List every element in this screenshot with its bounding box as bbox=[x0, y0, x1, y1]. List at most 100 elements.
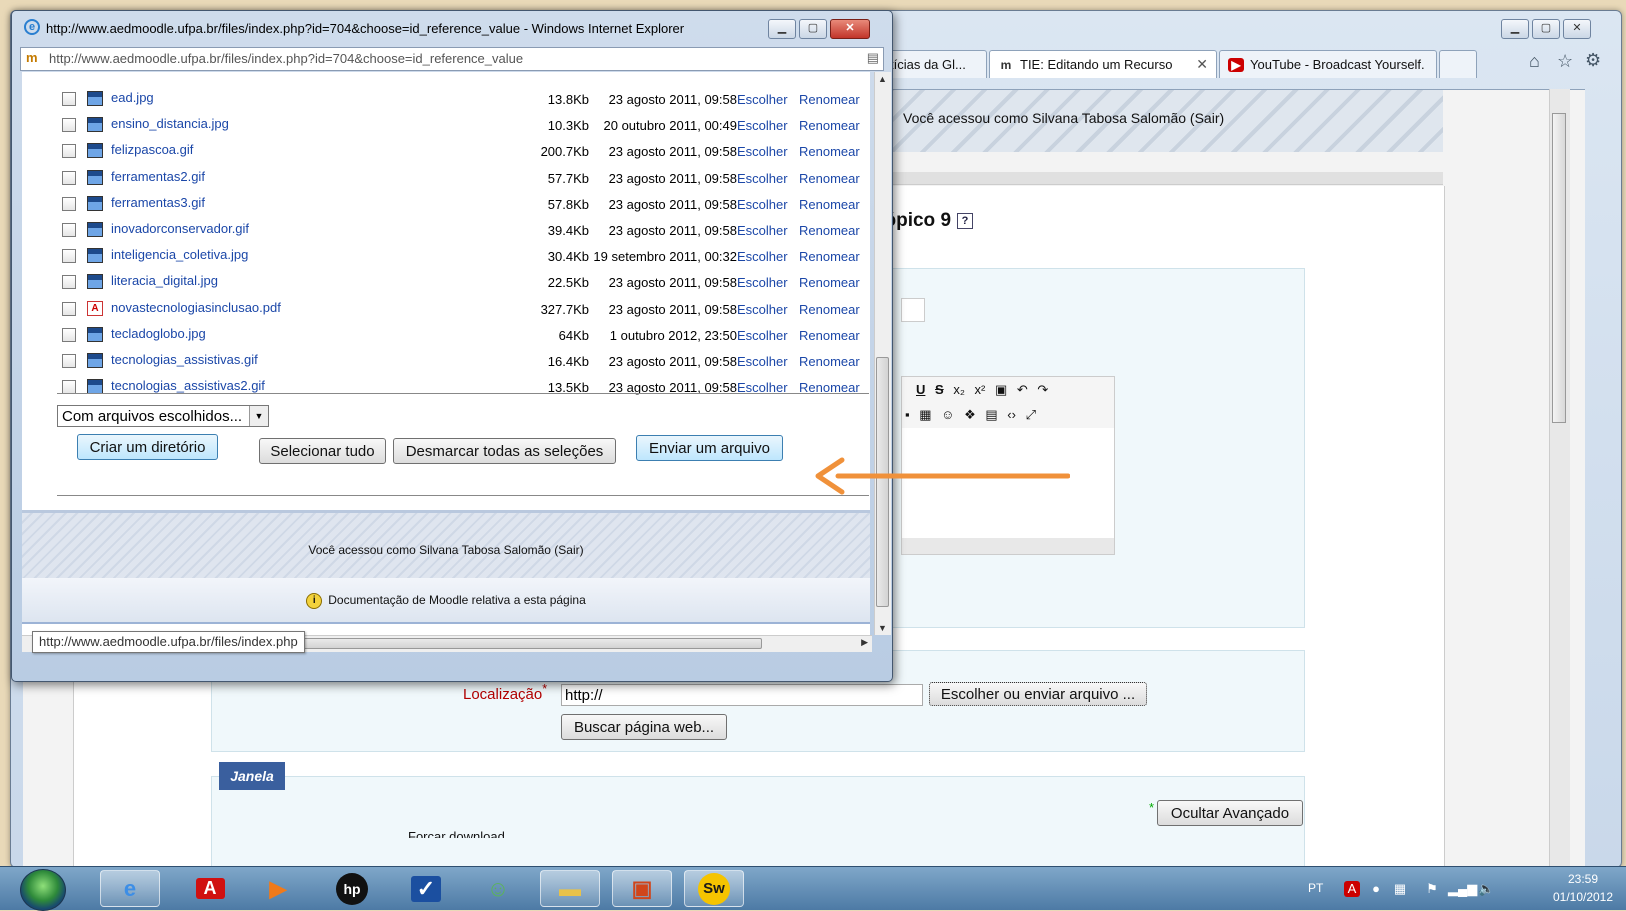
choose-file-link[interactable]: Escolher bbox=[737, 275, 788, 290]
rename-file-link[interactable]: Renomear bbox=[799, 197, 860, 212]
hide-advanced-button[interactable]: Ocultar Avançado bbox=[1157, 800, 1303, 826]
compat-view-icon[interactable]: ▤ bbox=[867, 50, 879, 66]
file-checkbox[interactable] bbox=[62, 144, 76, 159]
clean-word-icon[interactable]: ▣ bbox=[995, 377, 1007, 403]
close-button[interactable]: ✕ bbox=[1563, 19, 1591, 39]
hp-tray-icon[interactable]: ● bbox=[1368, 881, 1384, 897]
file-name-link[interactable]: inovadorconservador.gif bbox=[111, 221, 249, 236]
strikethrough-icon[interactable]: S bbox=[935, 377, 944, 403]
deselect-all-button[interactable]: Desmarcar todas as seleções bbox=[393, 438, 616, 464]
taskbar-messenger-icon[interactable]: ☺ bbox=[468, 870, 528, 907]
taskbar-powerpoint-icon[interactable]: ▣ bbox=[612, 870, 672, 907]
file-name-link[interactable]: ensino_distancia.jpg bbox=[111, 116, 229, 131]
language-indicator[interactable]: PT bbox=[1308, 881, 1323, 895]
taskbar-file-explorer-icon[interactable]: ▬ bbox=[540, 870, 600, 907]
tab-youtube[interactable]: ▶ YouTube - Broadcast Yourself. bbox=[1219, 50, 1437, 78]
rename-file-link[interactable]: Renomear bbox=[799, 171, 860, 186]
file-name-link[interactable]: ferramentas2.gif bbox=[111, 169, 205, 184]
favorites-star-icon[interactable]: ☆ bbox=[1557, 51, 1573, 72]
taskbar-task-manager-icon[interactable]: ✓ bbox=[396, 870, 456, 907]
file-checkbox[interactable] bbox=[62, 275, 76, 290]
rename-file-link[interactable]: Renomear bbox=[799, 144, 860, 159]
rename-file-link[interactable]: Renomear bbox=[799, 249, 860, 264]
taskbar-media-player-icon[interactable]: ▶ bbox=[248, 870, 308, 907]
rename-file-link[interactable]: Renomear bbox=[799, 92, 860, 107]
choose-upload-file-button[interactable]: Escolher ou enviar arquivo ... bbox=[929, 682, 1147, 706]
avira-tray-icon[interactable]: A bbox=[1344, 881, 1360, 897]
choose-file-link[interactable]: Escolher bbox=[737, 328, 788, 343]
file-name-link[interactable]: ferramentas3.gif bbox=[111, 195, 205, 210]
page-scroll-thumb[interactable] bbox=[1552, 113, 1566, 423]
file-checkbox[interactable] bbox=[62, 249, 76, 264]
help-icon[interactable]: ? bbox=[957, 212, 974, 229]
tab-globo[interactable]: tícias da Gl... bbox=[881, 50, 987, 78]
file-name-link[interactable]: tecnologias_assistivas2.gif bbox=[111, 378, 265, 393]
create-directory-button[interactable]: Criar um diretório bbox=[77, 434, 218, 460]
popup-close-button[interactable]: ✕ bbox=[830, 19, 870, 39]
file-checkbox[interactable] bbox=[62, 118, 76, 133]
file-checkbox[interactable] bbox=[62, 92, 76, 106]
with-selected-dropdown[interactable]: Com arquivos escolhidos... ▼ bbox=[57, 405, 269, 427]
network-monitor-icon[interactable]: ▦ bbox=[1392, 881, 1408, 897]
file-checkbox[interactable] bbox=[62, 170, 76, 185]
localizacao-input[interactable]: http:// bbox=[561, 684, 923, 706]
subscript-icon[interactable]: x₂ bbox=[953, 377, 965, 403]
choose-file-link[interactable]: Escolher bbox=[737, 92, 788, 107]
file-checkbox[interactable] bbox=[62, 327, 76, 342]
file-name-link[interactable]: inteligencia_coletiva.jpg bbox=[111, 247, 248, 262]
rename-file-link[interactable]: Renomear bbox=[799, 118, 860, 133]
signal-strength-icon[interactable]: ▂▄▆ bbox=[1448, 881, 1477, 897]
clock-date[interactable]: 01/10/2012 bbox=[1548, 890, 1618, 904]
new-tab-button[interactable] bbox=[1439, 50, 1477, 78]
action-center-flag-icon[interactable]: ⚑ bbox=[1424, 881, 1440, 897]
file-checkbox[interactable] bbox=[62, 354, 76, 368]
popup-minimize-button[interactable]: ▁ bbox=[768, 19, 796, 39]
file-checkbox[interactable] bbox=[62, 223, 76, 237]
file-name-link[interactable]: novastecnologiasinclusao.pdf bbox=[111, 300, 281, 315]
file-name-link[interactable]: felizpascoa.gif bbox=[111, 142, 193, 157]
choose-file-link[interactable]: Escolher bbox=[737, 197, 788, 212]
fullscreen-icon[interactable]: ⤢ bbox=[1026, 402, 1036, 428]
select-all-button[interactable]: Selecionar tudo bbox=[259, 438, 386, 464]
minimize-button[interactable]: ▁ bbox=[1501, 19, 1529, 39]
popup-vertical-scrollbar[interactable]: ▲ ▼ bbox=[874, 72, 891, 635]
choose-file-link[interactable]: Escolher bbox=[737, 223, 788, 238]
moodle-docs-link[interactable]: i Documentação de Moodle relativa a esta … bbox=[22, 593, 870, 609]
file-name-link[interactable]: literacia_digital.jpg bbox=[111, 273, 218, 288]
table-icon[interactable]: ▦ bbox=[919, 402, 931, 428]
rename-file-link[interactable]: Renomear bbox=[799, 223, 860, 238]
start-button[interactable] bbox=[20, 869, 66, 911]
paste-icon[interactable]: ▤ bbox=[985, 402, 997, 428]
image-icon[interactable]: ▪ bbox=[905, 402, 910, 428]
choose-file-link[interactable]: Escolher bbox=[737, 302, 788, 317]
smiley-icon[interactable]: ☺ bbox=[941, 402, 954, 428]
superscript-icon[interactable]: x² bbox=[974, 377, 985, 403]
file-name-link[interactable]: ead.jpg bbox=[111, 90, 154, 105]
rename-file-link[interactable]: Renomear bbox=[799, 302, 860, 317]
rename-file-link[interactable]: Renomear bbox=[799, 275, 860, 290]
undo-icon[interactable]: ↶ bbox=[1017, 377, 1028, 403]
taskbar-shockwave-icon[interactable]: Sw bbox=[684, 870, 744, 907]
code-view-icon[interactable]: ‹› bbox=[1007, 402, 1016, 428]
choose-file-link[interactable]: Escolher bbox=[737, 249, 788, 264]
tab-close-icon[interactable]: ✕ bbox=[1196, 56, 1208, 73]
gear-icon[interactable]: ⚙ bbox=[1585, 50, 1601, 71]
popup-address-bar[interactable]: m http://www.aedmoodle.ufpa.br/files/ind… bbox=[20, 47, 884, 71]
upload-file-button[interactable]: Enviar um arquivo bbox=[636, 435, 783, 461]
taskbar-hp-icon[interactable]: hp bbox=[322, 870, 382, 907]
home-icon[interactable]: ⌂ bbox=[1529, 51, 1540, 72]
page-vertical-scrollbar[interactable] bbox=[1549, 89, 1570, 867]
redo-icon[interactable]: ↷ bbox=[1037, 377, 1048, 403]
clock-time[interactable]: 23:59 bbox=[1553, 872, 1613, 886]
file-checkbox[interactable] bbox=[62, 301, 76, 316]
maximize-button[interactable]: ▢ bbox=[1532, 19, 1560, 39]
scroll-down-icon[interactable]: ▼ bbox=[878, 623, 887, 633]
choose-file-link[interactable]: Escolher bbox=[737, 354, 788, 369]
file-name-link[interactable]: tecladoglobo.jpg bbox=[111, 326, 206, 341]
choose-file-link[interactable]: Escolher bbox=[737, 118, 788, 133]
choose-file-link[interactable]: Escolher bbox=[737, 171, 788, 186]
taskbar-internet-explorer-icon[interactable]: e bbox=[100, 870, 160, 907]
rename-file-link[interactable]: Renomear bbox=[799, 328, 860, 343]
file-checkbox[interactable] bbox=[62, 196, 76, 211]
scroll-up-icon[interactable]: ▲ bbox=[878, 74, 887, 84]
